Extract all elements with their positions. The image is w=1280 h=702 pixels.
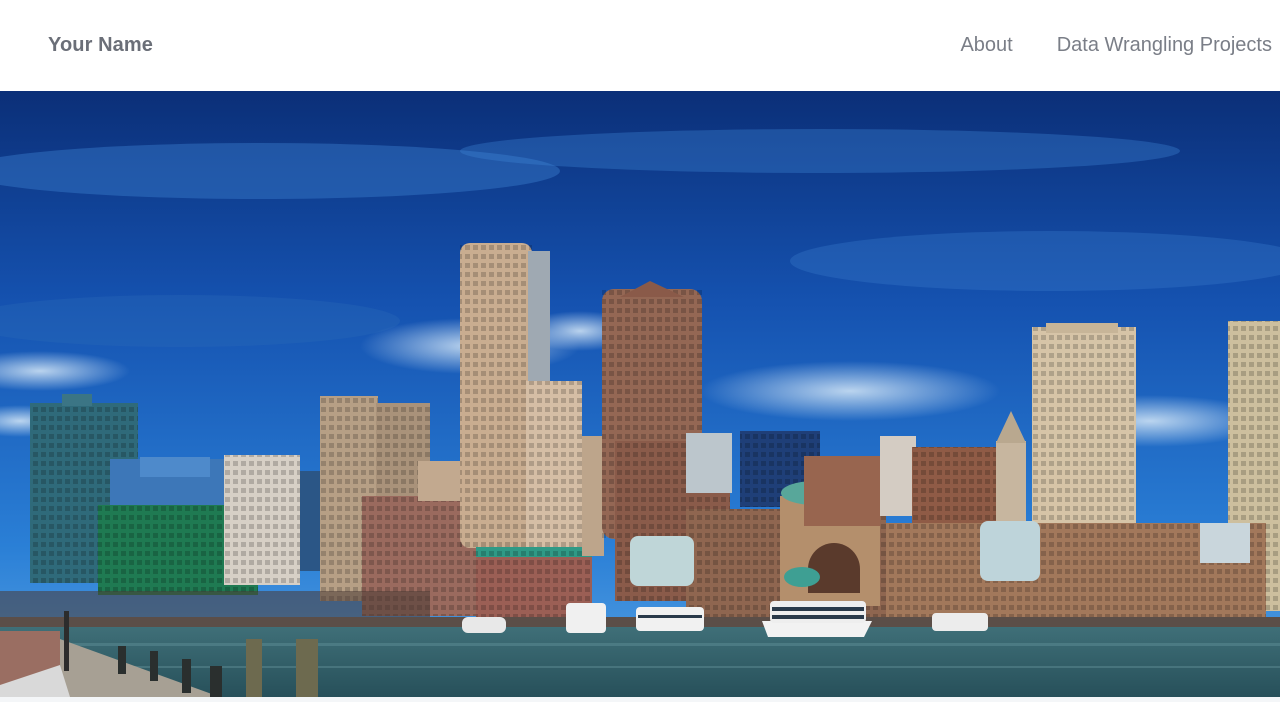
top-navbar: Your Name About Data Wrangling Projects — [0, 0, 1280, 90]
city-skyline-illustration — [0, 91, 1280, 697]
nav-links: About Data Wrangling Projects — [916, 0, 1272, 90]
brand-link[interactable]: Your Name — [48, 34, 153, 57]
page-bottom-strip — [0, 697, 1280, 702]
hero-image — [0, 91, 1280, 697]
nav-link-data-wrangling-projects[interactable]: Data Wrangling Projects — [1057, 34, 1272, 57]
nav-link-about[interactable]: About — [960, 34, 1012, 57]
